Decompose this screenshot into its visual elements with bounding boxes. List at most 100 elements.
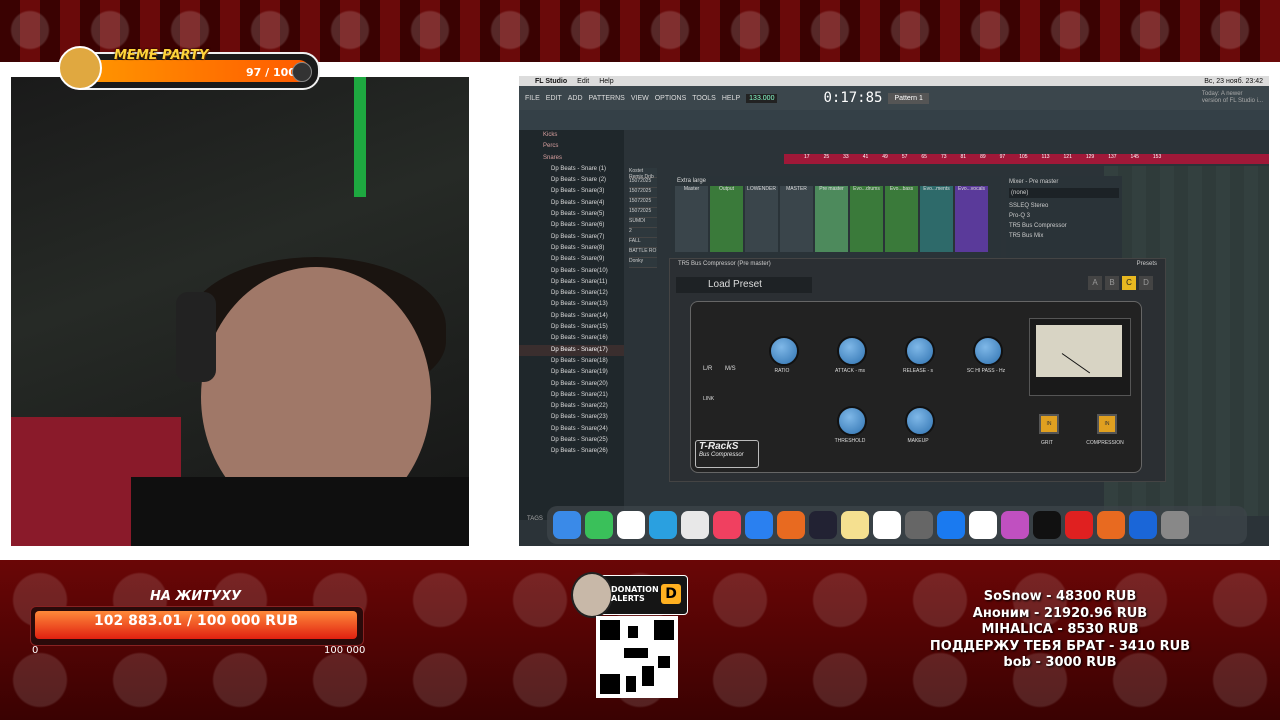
presets-button[interactable]: Presets (1137, 261, 1157, 273)
browser-item[interactable]: Dp Beats - Snare(9) (519, 254, 624, 265)
fl-menu-patterns[interactable]: PATTERNS (589, 95, 625, 102)
fl-menu-edit[interactable]: EDIT (546, 95, 562, 102)
channel-item[interactable]: 2 (629, 228, 657, 238)
mixer-strip[interactable]: Evo...vocals (955, 186, 988, 252)
app-name[interactable]: FL Studio (535, 78, 567, 85)
browser-item[interactable]: Dp Beats - Snare(23) (519, 412, 624, 423)
mixer-strip[interactable]: MASTER (780, 186, 813, 252)
channel-item[interactable]: FALL (629, 238, 657, 248)
browser-item[interactable]: Dp Beats - Snare(16) (519, 333, 624, 344)
browser-item[interactable]: Dp Beats - Snare(18) (519, 356, 624, 367)
browser-item[interactable]: Dp Beats - Snare(15) (519, 322, 624, 333)
mixer-strip[interactable]: Pre master (815, 186, 848, 252)
mixer-strip[interactable]: Evo...drums (850, 186, 883, 252)
telegram-icon[interactable] (649, 511, 677, 539)
chrome-icon[interactable] (681, 511, 709, 539)
channel-item[interactable]: SUMDI (629, 218, 657, 228)
ms-button[interactable]: M/S (725, 366, 736, 372)
channel-item[interactable]: 15072025 (629, 198, 657, 208)
grit-switch[interactable]: IN (1039, 414, 1059, 434)
mixer-strip[interactable]: Evo...bass (885, 186, 918, 252)
fl-menu-help[interactable]: HELP (722, 95, 740, 102)
browser-folder[interactable]: Percs (519, 141, 624, 152)
mixer-input-select[interactable]: (none) (1009, 188, 1119, 198)
load-preset-button[interactable]: Load Preset (676, 277, 812, 293)
channel-item[interactable]: 15072025 (629, 188, 657, 198)
browser-item[interactable]: Dp Beats - Snare(17) (519, 344, 624, 356)
fl-menu-view[interactable]: VIEW (631, 95, 649, 102)
browser-item[interactable]: Dp Beats - Snare(24) (519, 424, 624, 435)
browser-folder[interactable]: Kicks (519, 130, 624, 141)
browser-item[interactable]: Dp Beats - Snare(20) (519, 379, 624, 390)
compression-switch[interactable]: IN (1097, 414, 1117, 434)
browser-item[interactable]: Dp Beats - Snare(7) (519, 232, 624, 243)
sc-hipass-knob[interactable] (973, 336, 1003, 366)
fl-menu-options[interactable]: OPTIONS (655, 95, 687, 102)
fl-studio-2-icon[interactable] (1097, 511, 1125, 539)
browser-item[interactable]: Dp Beats - Snare(25) (519, 435, 624, 446)
menu-edit[interactable]: Edit (577, 78, 589, 85)
facetime-icon[interactable] (585, 511, 613, 539)
browser-item[interactable]: Dp Beats - Snare(12) (519, 288, 624, 299)
menu-help[interactable]: Help (599, 78, 613, 85)
browser-item[interactable]: Dp Beats - Snare (2) (519, 175, 624, 186)
mixer-strip[interactable]: Output (710, 186, 743, 252)
browser-item[interactable]: Dp Beats - Snare(22) (519, 401, 624, 412)
playlist-timeline[interactable]: 17 25 33 41 49 57 65 73 81 89 97 105 113 121 129 137 145… (784, 154, 1269, 164)
roblox-icon[interactable] (1129, 511, 1157, 539)
browser-item[interactable]: Dp Beats - Snare(5) (519, 209, 624, 220)
safari-icon[interactable] (745, 511, 773, 539)
slot-a-button[interactable]: A (1088, 276, 1102, 290)
mixer-strip[interactable]: Evo...ments (920, 186, 953, 252)
calendar-icon[interactable] (617, 511, 645, 539)
slot-b-button[interactable]: B (1105, 276, 1119, 290)
finder-icon[interactable] (553, 511, 581, 539)
appstore-icon[interactable] (937, 511, 965, 539)
tempo-display[interactable]: 133.000 (746, 93, 778, 103)
settings-icon[interactable] (905, 511, 933, 539)
mixer-slot[interactable]: SSLEQ Stereo (1009, 201, 1119, 211)
music-icon[interactable] (713, 511, 741, 539)
browser-item[interactable]: Dp Beats - Snare(6) (519, 220, 624, 231)
channel-item[interactable]: BATTLE RO (629, 248, 657, 258)
mixer-slot[interactable]: TR5 Bus Mix (1009, 231, 1119, 241)
browser-item[interactable]: Dp Beats - Snare(19) (519, 367, 624, 378)
browser-item[interactable]: Dp Beats - Snare(21) (519, 390, 624, 401)
browser-item[interactable]: Dp Beats - Snare(3) (519, 186, 624, 197)
ratio-knob[interactable] (769, 336, 799, 366)
mixer-strip[interactable]: LOWENDER (745, 186, 778, 252)
mixer-strip[interactable]: Master (675, 186, 708, 252)
fl-menu-add[interactable]: ADD (568, 95, 583, 102)
browser-item[interactable]: Dp Beats - Snare(26) (519, 446, 624, 457)
fist-app-icon[interactable] (1033, 511, 1061, 539)
slot-c-button[interactable]: C (1122, 276, 1136, 290)
anydesk-icon[interactable] (1065, 511, 1093, 539)
browser-folder[interactable]: Snares (519, 153, 624, 164)
browser-item[interactable]: Dp Beats - Snare(11) (519, 277, 624, 288)
pattern-selector[interactable]: Pattern 1 (888, 92, 929, 104)
channel-item[interactable]: Donky (629, 258, 657, 268)
browser-item[interactable]: Dp Beats - Snare(10) (519, 266, 624, 277)
makeup-knob[interactable] (905, 406, 935, 436)
browser-item[interactable]: Dp Beats - Snare(8) (519, 243, 624, 254)
slot-d-button[interactable]: D (1139, 276, 1153, 290)
lr-button[interactable]: L/R (703, 366, 712, 372)
threshold-knob[interactable] (837, 406, 867, 436)
fl-menu-file[interactable]: FILE (525, 95, 540, 102)
channel-item[interactable]: Kostet Remix Drib (629, 168, 657, 180)
link-button[interactable]: LINK (703, 396, 714, 402)
fl-menu-tools[interactable]: TOOLS (692, 95, 716, 102)
capcut-icon[interactable] (809, 511, 837, 539)
browser-item[interactable]: Dp Beats - Snare (1) (519, 164, 624, 175)
mixer-size[interactable]: Extra large (671, 176, 1001, 186)
attack-knob[interactable] (837, 336, 867, 366)
channel-item[interactable]: 15072025 (629, 208, 657, 218)
yandex-icon[interactable] (969, 511, 997, 539)
browser-item[interactable]: Dp Beats - Snare(4) (519, 198, 624, 209)
freeform-icon[interactable] (873, 511, 901, 539)
mixer-slot[interactable]: TR5 Bus Compressor (1009, 221, 1119, 231)
release-knob[interactable] (905, 336, 935, 366)
tags-label[interactable]: TAGS (527, 516, 543, 522)
trash-icon[interactable] (1161, 511, 1189, 539)
mixer-slot[interactable]: Pro-Q 3 (1009, 211, 1119, 221)
